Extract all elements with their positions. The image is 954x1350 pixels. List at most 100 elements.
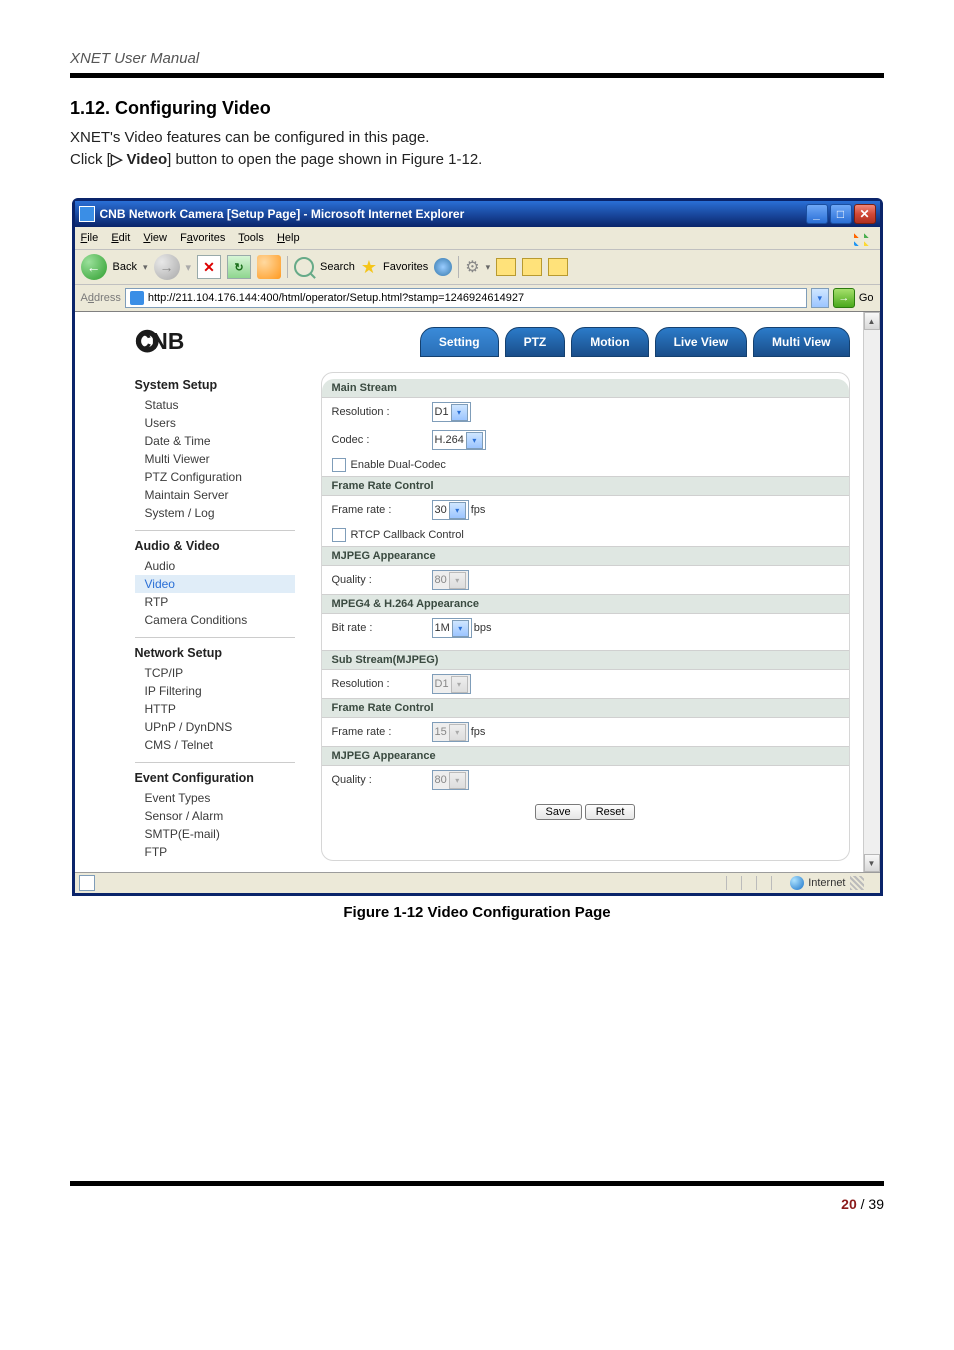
history-icon[interactable]: ⚙ [465, 257, 479, 277]
select-framerate[interactable]: 30▾ [432, 500, 469, 520]
lbl-rtcp: RTCP Callback Control [351, 529, 464, 541]
select-sub-quality[interactable]: 80▾ [432, 770, 469, 790]
side-ipfilter[interactable]: IP Filtering [135, 682, 295, 700]
side-multiviewer[interactable]: Multi Viewer [135, 450, 295, 468]
address-dropdown[interactable]: ▾ [811, 288, 829, 308]
tab-liveview[interactable]: Live View [655, 327, 747, 357]
side-eventtypes[interactable]: Event Types [135, 789, 295, 807]
select-sub-resolution[interactable]: D1▾ [432, 674, 471, 694]
select-sub-framerate[interactable]: 15▾ [432, 722, 469, 742]
band-sub-stream: Sub Stream(MJPEG) [322, 650, 849, 670]
menu-tools[interactable]: Tools [238, 232, 264, 244]
status-zone: Internet [808, 877, 845, 889]
side-group-event: Event Configuration [135, 771, 295, 785]
tab-ptz[interactable]: PTZ [505, 327, 566, 357]
section-heading: 1.12. Configuring Video [70, 98, 884, 119]
sidebar: System Setup Status Users Date & Time Mu… [135, 372, 295, 861]
search-icon[interactable] [294, 257, 314, 277]
stop-button[interactable]: ✕ [197, 255, 221, 279]
intro-2-pre: Click [ [70, 151, 111, 168]
side-status[interactable]: Status [135, 396, 295, 414]
band-mjpeg: MJPEG Appearance [322, 546, 849, 566]
scrollbar[interactable]: ▲ ▼ [863, 312, 880, 872]
menu-file[interactable]: File [81, 232, 99, 244]
side-users[interactable]: Users [135, 414, 295, 432]
unit-bps: bps [474, 622, 492, 634]
select-resolution[interactable]: D1▾ [432, 402, 471, 422]
side-ftp[interactable]: FTP [135, 843, 295, 861]
search-label[interactable]: Search [320, 261, 355, 273]
top-nav: CNB Setting PTZ Motion Live View Multi V… [135, 326, 850, 358]
side-smtp[interactable]: SMTP(E-mail) [135, 825, 295, 843]
save-button[interactable]: Save [535, 804, 582, 820]
band-mpeg: MPEG4 & H.264 Appearance [322, 594, 849, 614]
go-button[interactable]: → [833, 288, 855, 308]
print-icon[interactable] [522, 258, 542, 276]
select-codec[interactable]: H.264▾ [432, 430, 486, 450]
side-upnp[interactable]: UPnP / DynDNS [135, 718, 295, 736]
lbl-bitrate: Bit rate : [332, 622, 432, 634]
side-http[interactable]: HTTP [135, 700, 295, 718]
messenger-icon[interactable] [548, 258, 568, 276]
maximize-button[interactable]: □ [830, 204, 852, 224]
media-icon[interactable] [434, 258, 452, 276]
side-ptzconfig[interactable]: PTZ Configuration [135, 468, 295, 486]
side-audio[interactable]: Audio [135, 557, 295, 575]
browser-window: CNB Network Camera [Setup Page] - Micros… [72, 198, 883, 896]
side-syslog[interactable]: System / Log [135, 504, 295, 522]
side-video[interactable]: Video [135, 575, 295, 593]
menu-help[interactable]: Help [277, 232, 300, 244]
resize-grip-icon[interactable] [850, 876, 864, 890]
scroll-up-icon[interactable]: ▲ [864, 312, 880, 330]
side-maintain[interactable]: Maintain Server [135, 486, 295, 504]
tab-setting[interactable]: Setting [420, 327, 499, 357]
lbl-codec: Codec : [332, 434, 432, 446]
mail-icon[interactable] [496, 258, 516, 276]
tab-multiview[interactable]: Multi View [753, 327, 849, 357]
tab-motion[interactable]: Motion [571, 327, 648, 357]
address-url: http://211.104.176.144:400/html/operator… [148, 292, 524, 304]
checkbox-rtcp[interactable] [332, 528, 346, 542]
home-button[interactable] [257, 255, 281, 279]
titlebar: CNB Network Camera [Setup Page] - Micros… [75, 201, 880, 227]
window-title: CNB Network Camera [Setup Page] - Micros… [100, 207, 465, 221]
menu-view[interactable]: View [143, 232, 167, 244]
band-sub-mjpeg: MJPEG Appearance [322, 746, 849, 766]
band-frc: Frame Rate Control [322, 476, 849, 496]
lbl-dualcodec: Enable Dual-Codec [351, 459, 446, 471]
side-tcpip[interactable]: TCP/IP [135, 664, 295, 682]
page-icon [130, 291, 144, 305]
status-page-icon [79, 875, 95, 891]
lbl-framerate: Frame rate : [332, 504, 432, 516]
side-camcond[interactable]: Camera Conditions [135, 611, 295, 629]
manual-header: XNET User Manual [70, 50, 884, 67]
address-field[interactable]: http://211.104.176.144:400/html/operator… [125, 288, 807, 308]
side-group-net: Network Setup [135, 646, 295, 660]
menu-favorites[interactable]: Favorites [180, 232, 225, 244]
favorites-label[interactable]: Favorites [383, 261, 428, 273]
close-button[interactable]: ✕ [854, 204, 876, 224]
reset-button[interactable]: Reset [585, 804, 636, 820]
rule-bottom [70, 1181, 884, 1186]
content-area: CNB Setting PTZ Motion Live View Multi V… [75, 312, 880, 872]
ie-icon [79, 206, 95, 222]
form-panel: Main Stream Resolution : D1▾ Codec : H.2… [321, 372, 850, 861]
favorites-icon[interactable]: ★ [361, 257, 377, 278]
menubar: File Edit View Favorites Tools Help [75, 227, 880, 250]
windows-flag-icon [854, 230, 874, 246]
side-rtp[interactable]: RTP [135, 593, 295, 611]
side-cms[interactable]: CMS / Telnet [135, 736, 295, 754]
side-datetime[interactable]: Date & Time [135, 432, 295, 450]
select-quality[interactable]: 80▾ [432, 570, 469, 590]
forward-button[interactable]: → [154, 254, 180, 280]
refresh-button[interactable]: ↻ [227, 255, 251, 279]
checkbox-dualcodec[interactable] [332, 458, 346, 472]
scroll-down-icon[interactable]: ▼ [864, 854, 880, 872]
select-bitrate[interactable]: 1M▾ [432, 618, 472, 638]
go-label[interactable]: Go [859, 292, 874, 304]
back-button[interactable]: ← [81, 254, 107, 280]
menu-edit[interactable]: Edit [111, 232, 130, 244]
side-sensor[interactable]: Sensor / Alarm [135, 807, 295, 825]
minimize-button[interactable]: _ [806, 204, 828, 224]
back-label[interactable]: Back [113, 261, 137, 273]
